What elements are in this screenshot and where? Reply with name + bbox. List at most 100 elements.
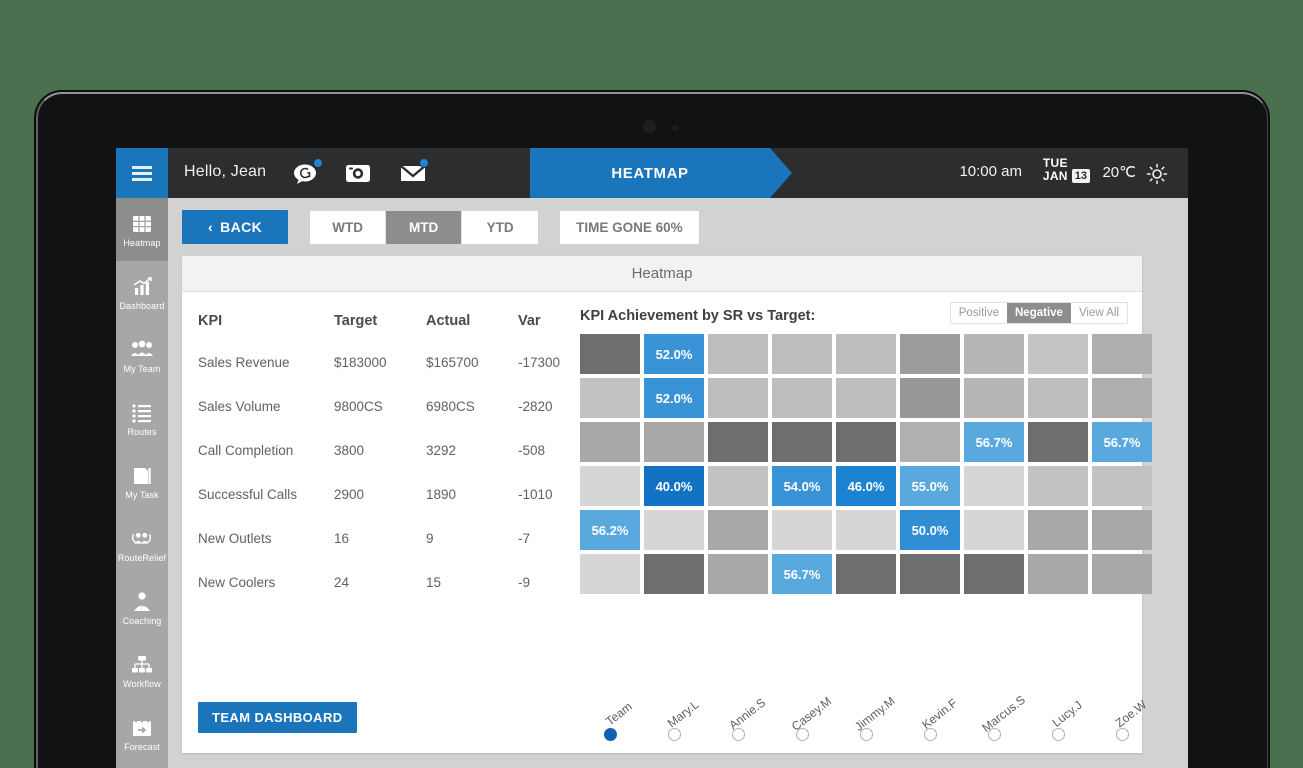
table-row[interactable]: Call Completion 3800 3292 -508 [198, 428, 578, 472]
sidebar-item-my-task[interactable]: My Task [116, 450, 168, 513]
heatmap-cell[interactable] [964, 466, 1024, 506]
heatmap-cell[interactable] [708, 466, 768, 506]
mail-icon[interactable] [398, 158, 429, 185]
table-row[interactable]: New Outlets 16 9 -7 [198, 516, 578, 560]
heatmap-cell[interactable] [1028, 554, 1088, 594]
table-row[interactable]: Successful Calls 2900 1890 -1010 [198, 472, 578, 516]
heatmap-cell[interactable] [964, 510, 1024, 550]
heatmap-cell[interactable]: 56.7% [1092, 422, 1152, 462]
heatmap-cell[interactable] [836, 334, 896, 374]
time-gone-badge[interactable]: TIME GONE 60% [560, 210, 699, 244]
heatmap-cell[interactable] [644, 510, 704, 550]
heatmap-cell[interactable] [964, 554, 1024, 594]
heatmap-cell[interactable]: 52.0% [644, 378, 704, 418]
heatmap-cell[interactable] [900, 554, 960, 594]
heatmap-cell[interactable] [708, 554, 768, 594]
heatmap-cell[interactable] [964, 378, 1024, 418]
heatmap-cell[interactable] [1028, 378, 1088, 418]
sidebar-item-routerelief[interactable]: RouteRelief [116, 513, 168, 576]
app-topbar: Hello, Jean HEATMAP 10:00 am TUE JAN 13 … [116, 148, 1188, 198]
sidebar-item-heatmap[interactable]: Heatmap [116, 198, 168, 261]
chat-icon[interactable] [292, 158, 323, 185]
camera-icon[interactable] [344, 161, 374, 185]
heatmap-cell[interactable] [772, 334, 832, 374]
tab-mtd[interactable]: MTD [386, 210, 463, 244]
heatmap-cell[interactable] [708, 422, 768, 462]
heatmap-cell[interactable] [900, 422, 960, 462]
heatmap-cell[interactable] [1028, 510, 1088, 550]
heatmap-cell[interactable]: 56.7% [772, 554, 832, 594]
heatmap-cell[interactable] [1092, 334, 1152, 374]
kpi-cell-var: -17300 [518, 354, 561, 370]
axis-label: Team [603, 699, 636, 729]
column-radio[interactable] [667, 728, 681, 741]
heatmap-cell[interactable] [900, 378, 960, 418]
heatmap-cell[interactable] [836, 378, 896, 418]
heatmap-cell[interactable] [772, 510, 832, 550]
heatmap-cell[interactable] [580, 466, 640, 506]
heatmap-cell[interactable] [1028, 466, 1088, 506]
kpi-cell-target: 16 [334, 530, 350, 546]
heatmap-cell[interactable] [836, 510, 896, 550]
sidebar-item-coaching[interactable]: ? Coaching [116, 576, 168, 639]
heatmap-cell[interactable] [964, 334, 1024, 374]
filter-view-all[interactable]: View All [1070, 303, 1127, 323]
heatmap-cell[interactable] [1092, 554, 1152, 594]
heatmap-cell[interactable]: 46.0% [836, 466, 896, 506]
heatmap-cell[interactable]: 56.2% [580, 510, 640, 550]
sidebar-item-forecast[interactable]: Forecast [116, 702, 168, 765]
table-row[interactable]: Sales Volume 9800CS 6980CS -2820 [198, 384, 578, 428]
calendar-forward-icon [130, 716, 154, 740]
heatmap-cell[interactable]: 40.0% [644, 466, 704, 506]
heatmap-cell[interactable] [836, 554, 896, 594]
heatmap-cell[interactable]: 56.7% [964, 422, 1024, 462]
filter-positive[interactable]: Positive [950, 303, 1007, 323]
heatmap-cell[interactable] [1092, 378, 1152, 418]
heatmap-cell[interactable] [1092, 510, 1152, 550]
table-row[interactable]: Sales Revenue $183000 $165700 -17300 [198, 340, 578, 384]
heatmap-cell[interactable] [708, 378, 768, 418]
back-button-label: BACK [220, 219, 263, 235]
heatmap-cell[interactable] [580, 422, 640, 462]
heatmap-cell[interactable] [1028, 422, 1088, 462]
heatmap-cell[interactable] [644, 422, 704, 462]
heatmap-cell[interactable]: 50.0% [900, 510, 960, 550]
temperature-text: 20℃ [1102, 164, 1136, 181]
filter-negative[interactable]: Negative [1007, 303, 1071, 323]
chevron-left-icon: ‹ [208, 219, 214, 235]
heatmap-cell[interactable]: 52.0% [644, 334, 704, 374]
heatmap-cell[interactable] [580, 554, 640, 594]
heatmap-cell[interactable] [708, 334, 768, 374]
heatmap-cell[interactable] [1092, 466, 1152, 506]
grid-icon [130, 212, 154, 236]
sidebar-item-dashboard[interactable]: Dashboard [116, 261, 168, 324]
sidebar-item-routes[interactable]: Routes [116, 387, 168, 450]
axis-column: Team [580, 680, 640, 741]
column-radio[interactable] [1115, 728, 1129, 741]
heatmap-cell[interactable] [772, 422, 832, 462]
back-button[interactable]: ‹ BACK [182, 210, 289, 244]
heatmap-cell[interactable]: 55.0% [900, 466, 960, 506]
tab-ytd[interactable]: YTD [462, 210, 539, 244]
sidebar-item-workflow[interactable]: Workflow [116, 639, 168, 702]
main-content: ‹ BACK WTD MTD YTD TIME GONE 60% Heatmap… [168, 198, 1188, 768]
heatmap-column-axis: Team Mary.L Annie.S Casey.M Jimmy.M Kevin.F Ma… [580, 680, 1152, 741]
heatmap-cell[interactable] [836, 422, 896, 462]
table-row[interactable]: New Coolers 24 15 -9 [198, 560, 578, 604]
column-radio[interactable] [603, 728, 617, 741]
team-dashboard-button[interactable]: TEAM DASHBOARD [198, 702, 357, 733]
heatmap-cell[interactable] [708, 510, 768, 550]
heatmap-cell[interactable]: 54.0% [772, 466, 832, 506]
hamburger-icon[interactable] [116, 148, 168, 198]
heatmap-cell[interactable] [900, 334, 960, 374]
heatmap-cell[interactable] [772, 378, 832, 418]
column-radio[interactable] [1051, 728, 1065, 741]
heatmap-cell[interactable] [1028, 334, 1088, 374]
tab-wtd[interactable]: WTD [310, 210, 387, 244]
heatmap-cell[interactable] [580, 334, 640, 374]
axis-label: Lucy.J [1049, 697, 1085, 730]
hierarchy-icon [130, 653, 154, 677]
heatmap-cell[interactable] [580, 378, 640, 418]
heatmap-cell[interactable] [644, 554, 704, 594]
sidebar-item-my-team[interactable]: My Team [116, 324, 168, 387]
